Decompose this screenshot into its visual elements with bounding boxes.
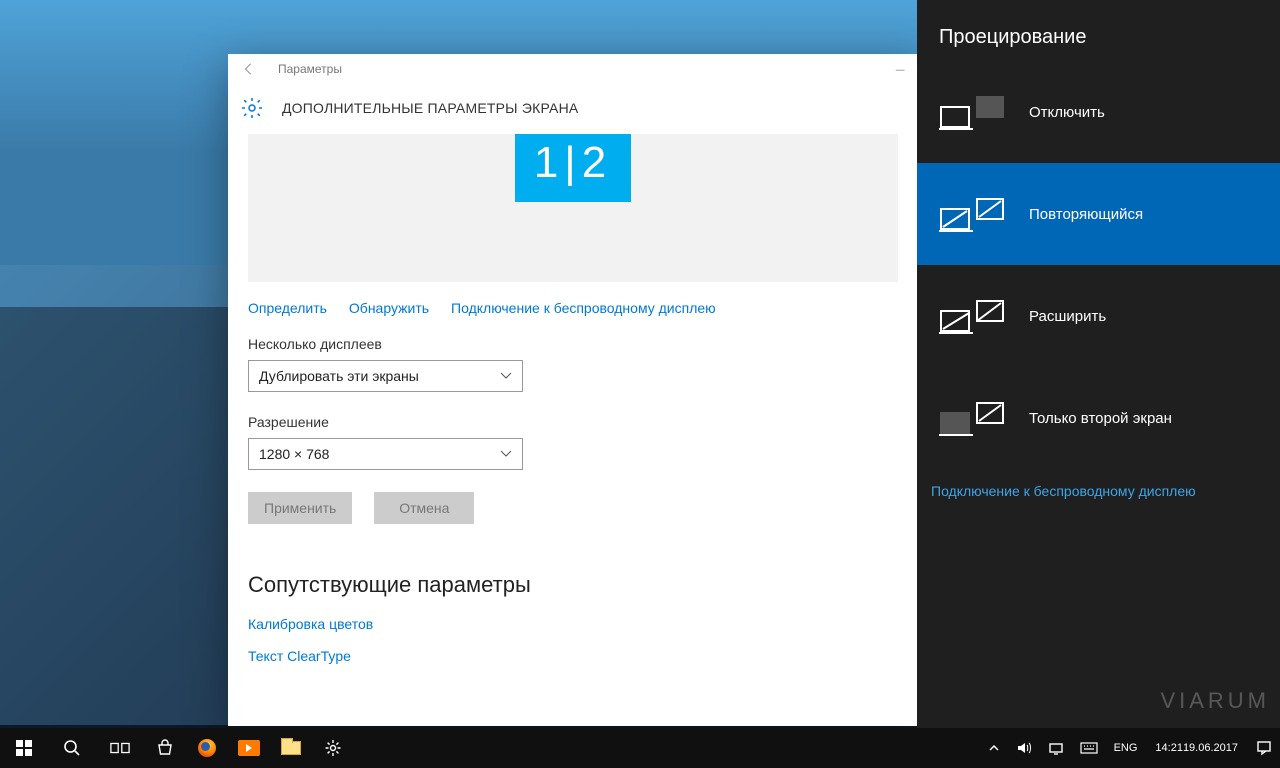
detect-link[interactable]: Обнаружить [349,300,429,316]
chevron-down-icon [500,370,512,382]
chevron-down-icon [500,448,512,460]
color-calibration-link[interactable]: Калибровка цветов [248,616,898,632]
taskbar: ENG 14:21 19.06.2017 [0,728,1280,768]
monitor-tile[interactable]: 1|2 [515,134,631,202]
tray-overflow[interactable] [980,728,1008,768]
project-flyout: Проецирование Отключить Повторяющийся Ра… [917,0,1280,728]
taskbar-app-settings[interactable] [312,728,354,768]
settings-content: 1|2 Определить Обнаружить Подключение к … [228,134,918,726]
taskbar-app-explorer[interactable] [270,728,312,768]
multiple-displays-combo[interactable]: Дублировать эти экраны [248,360,523,392]
action-buttons: Применить Отмена [248,492,898,524]
cancel-button[interactable]: Отмена [374,492,474,524]
minimize-button[interactable] [894,61,908,78]
flyout-wireless-link[interactable]: Подключение к беспроводному дисплею [917,469,1280,499]
app-name: Параметры [278,62,342,76]
clock-date: 19.06.2017 [1183,742,1238,755]
related-title: Сопутствующие параметры [248,572,898,598]
clock-time: 14:21 [1155,742,1183,755]
preview-links: Определить Обнаружить Подключение к бесп… [248,300,898,316]
titlebar: Параметры [228,54,918,84]
taskbar-app-store[interactable] [144,728,186,768]
project-option-extend[interactable]: Расширить [917,265,1280,367]
resolution-value: 1280 × 768 [259,446,329,462]
project-option-second-only[interactable]: Только второй экран [917,367,1280,469]
tray-keyboard-icon[interactable] [1072,728,1106,768]
system-tray: ENG 14:21 19.06.2017 [980,728,1280,768]
media-icon [238,740,260,756]
taskbar-app-media[interactable] [228,728,270,768]
taskbar-app-firefox[interactable] [186,728,228,768]
display-preview[interactable]: 1|2 [248,134,898,282]
search-button[interactable] [48,728,96,768]
action-center-button[interactable] [1248,728,1280,768]
tray-clock[interactable]: 14:21 19.06.2017 [1145,728,1248,768]
cleartype-link[interactable]: Текст ClearType [248,648,898,664]
multiple-displays-value: Дублировать эти экраны [259,368,419,384]
wireless-display-link[interactable]: Подключение к беспроводному дисплею [451,300,716,316]
task-view-button[interactable] [96,728,144,768]
gear-icon [240,96,264,120]
start-button[interactable] [0,728,48,768]
project-option-label: Отключить [1029,104,1105,121]
disconnect-icon [939,89,1007,135]
page-title: ДОПОЛНИТЕЛЬНЫЕ ПАРАМЕТРЫ ЭКРАНА [282,100,578,116]
apply-button[interactable]: Применить [248,492,352,524]
back-button[interactable] [238,58,260,80]
project-option-duplicate[interactable]: Повторяющийся [917,163,1280,265]
project-option-label: Расширить [1029,308,1106,325]
firefox-icon [198,739,216,757]
extend-icon [939,293,1007,339]
identify-link[interactable]: Определить [248,300,327,316]
resolution-label: Разрешение [248,414,898,430]
resolution-combo[interactable]: 1280 × 768 [248,438,523,470]
second-only-icon [939,395,1007,441]
project-option-label: Повторяющийся [1029,206,1143,223]
tray-network-icon[interactable] [1040,728,1072,768]
duplicate-icon [939,191,1007,237]
project-option-label: Только второй экран [1029,410,1172,427]
page-header: ДОПОЛНИТЕЛЬНЫЕ ПАРАМЕТРЫ ЭКРАНА [228,84,918,134]
tray-language[interactable]: ENG [1106,728,1146,768]
folder-icon [281,741,301,755]
project-option-disconnect[interactable]: Отключить [917,61,1280,163]
settings-window: Параметры ДОПОЛНИТЕЛЬНЫЕ ПАРАМЕТРЫ ЭКРАН… [228,54,918,726]
tray-volume-icon[interactable] [1008,728,1040,768]
multiple-displays-label: Несколько дисплеев [248,336,898,352]
project-flyout-title: Проецирование [917,0,1280,61]
